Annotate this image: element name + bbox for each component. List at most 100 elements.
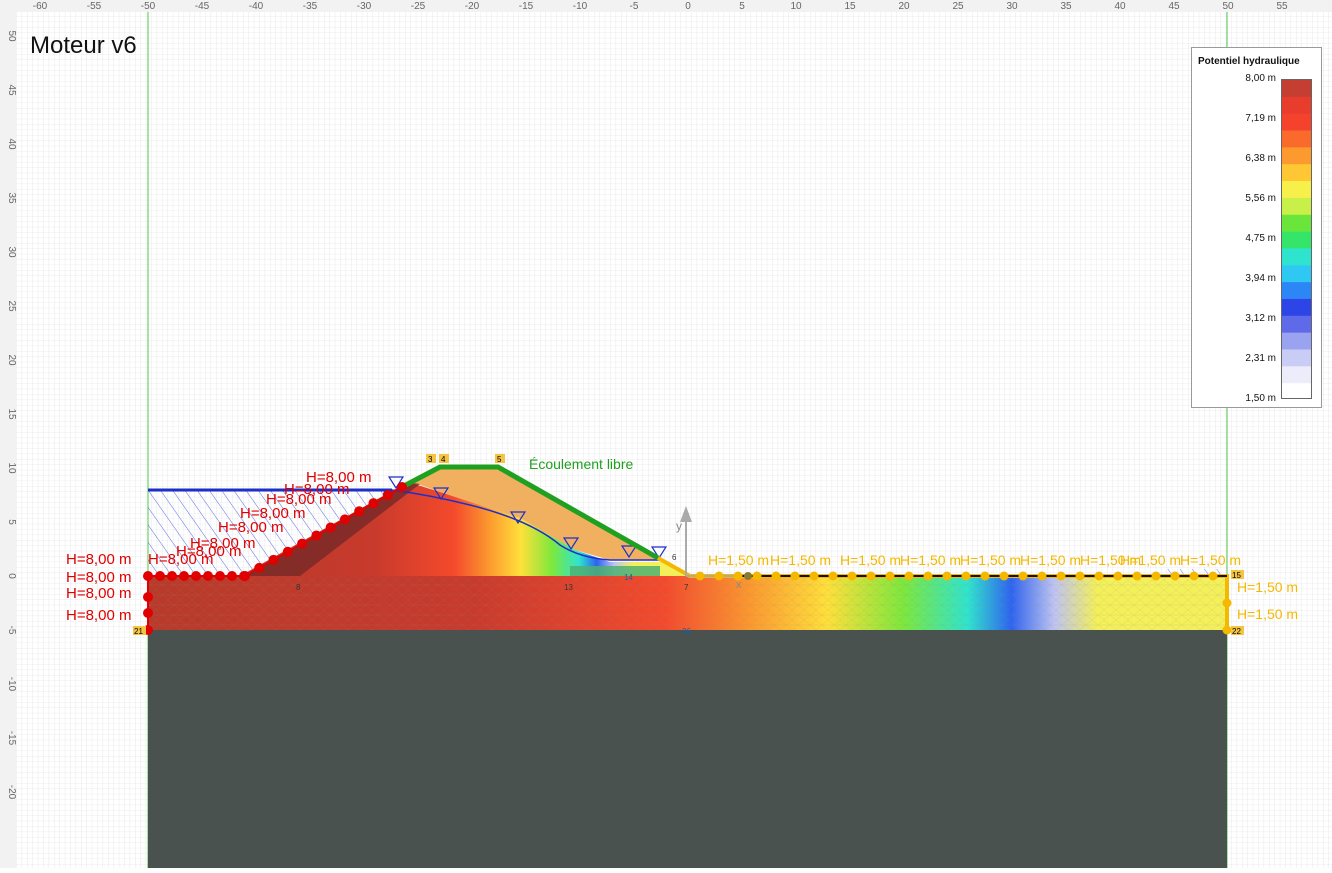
downstream-node[interactable] [1056,571,1066,581]
legend-swatch [1282,231,1311,249]
legend-tick-label: 3,94 m [1245,273,1276,284]
upstream-node[interactable] [227,571,237,581]
color-legend[interactable]: Potentiel hydraulique 8,00 m 7,19 m 6,38 m… [1191,47,1322,408]
upstream-node[interactable] [203,571,213,581]
upstream-node[interactable] [254,562,265,573]
upstream-node[interactable] [191,571,201,581]
legend-tick-label: 1,50 m [1245,393,1276,404]
downstream-node[interactable] [1113,571,1123,581]
upstream-node[interactable] [311,530,322,541]
upstream-node[interactable] [167,571,177,581]
y-tick-label: -10 [6,677,17,692]
downstream-node[interactable] [714,571,724,581]
downstream-node[interactable] [695,571,705,581]
downstream-head-label: H=1,50 m [1020,552,1081,568]
upstream-node[interactable] [215,571,225,581]
x-tick-label: -25 [411,1,426,12]
x-tick-label: -5 [630,1,639,12]
geotechnical-model-view[interactable]: -60 -55 -50 -45 -40 -35 -30 -25 -20 -15 -10 -5 0 5 10 1… [0,0,1332,868]
downstream-node[interactable] [1170,571,1180,581]
y-tick-label: 50 [6,30,17,42]
legend-swatch [1282,265,1311,283]
downstream-node[interactable] [1189,571,1199,581]
free-flow-label: Écoulement libre [529,456,633,472]
upstream-head-label: H=8,00 m [66,551,131,568]
upstream-node[interactable] [354,506,365,517]
downstream-head-label: H=1,50 m [770,552,831,568]
downstream-node[interactable] [1208,571,1218,581]
upstream-node[interactable] [297,538,308,549]
downstream-node[interactable] [904,571,914,581]
node-3: 3 [428,455,433,464]
y-tick-label: -5 [6,626,17,635]
downstream-node[interactable] [809,571,819,581]
node-13: 13 [564,583,573,592]
downstream-node[interactable] [923,571,933,581]
upstream-node[interactable] [268,554,279,565]
origin-x-marker [744,572,752,580]
downstream-node[interactable] [885,571,895,581]
x-tick-label: 55 [1276,1,1288,12]
upstream-node[interactable] [339,514,350,525]
y-tick-label: 30 [6,246,17,258]
upstream-node[interactable] [143,608,153,618]
x-tick-label: -45 [195,1,210,12]
x-tick-label: -35 [303,1,318,12]
y-tick-label: -15 [6,731,17,746]
upstream-node[interactable] [179,571,189,581]
downstream-node[interactable] [1132,571,1142,581]
downstream-node[interactable] [1151,571,1161,581]
upstream-node[interactable] [368,498,379,509]
upstream-node[interactable] [382,490,393,501]
x-tick-label: -10 [573,1,588,12]
downstream-node[interactable] [752,571,762,581]
downstream-node[interactable] [847,571,857,581]
x-tick-label: 20 [898,1,910,12]
legend-swatch [1282,147,1311,165]
legend-swatch [1282,248,1311,266]
node-6: 6 [672,553,677,562]
legend-tick-label: 5,56 m [1245,193,1276,204]
downstream-node[interactable] [999,571,1009,581]
node-8: 8 [296,583,301,592]
upstream-node[interactable] [155,571,165,581]
upstream-node[interactable] [240,571,250,581]
legend-swatch [1282,332,1311,350]
upstream-node[interactable] [143,571,153,581]
upstream-node[interactable] [325,522,336,533]
drain-filter [570,566,660,576]
y-tick-label: -20 [6,785,17,800]
legend-swatch [1282,181,1311,199]
downstream-node[interactable] [866,571,876,581]
upstream-head-label: H=8,00 m [66,569,131,586]
downstream-head-label: H=1,50 m [708,552,769,568]
downstream-node[interactable] [961,571,971,581]
downstream-node[interactable] [1222,625,1232,635]
downstream-head-label: H=1,50 m [840,552,901,568]
legend-color-bar [1281,79,1312,399]
upstream-node[interactable] [397,482,407,492]
downstream-node[interactable] [1075,571,1085,581]
upstream-node[interactable] [143,592,153,602]
y-axis-ticks: 50454035302520151050-5-10-15-20 [6,30,17,799]
downstream-node[interactable] [1222,598,1232,608]
downstream-node[interactable] [828,571,838,581]
upstream-head-label: H=8,00 m [66,607,131,624]
downstream-head-label: H=1,50 m [900,552,961,568]
downstream-node[interactable] [790,571,800,581]
node-14: 14 [624,573,633,582]
upstream-head-label: H=8,00 m [190,535,255,552]
downstream-node[interactable] [1094,571,1104,581]
downstream-node[interactable] [771,571,781,581]
downstream-node[interactable] [980,571,990,581]
downstream-node[interactable] [1018,571,1028,581]
downstream-node[interactable] [733,571,743,581]
downstream-node[interactable] [942,571,952,581]
upstream-node[interactable] [282,546,293,557]
upstream-head-label: H=8,00 m [306,469,371,486]
bedrock-layer[interactable] [148,630,1227,868]
canvas[interactable]: -60 -55 -50 -45 -40 -35 -30 -25 -20 -15 -10 -5 0 5 10 1… [0,0,1332,868]
y-tick-label: 15 [6,408,17,420]
y-tick-label: 0 [6,573,17,579]
downstream-node[interactable] [1037,571,1047,581]
